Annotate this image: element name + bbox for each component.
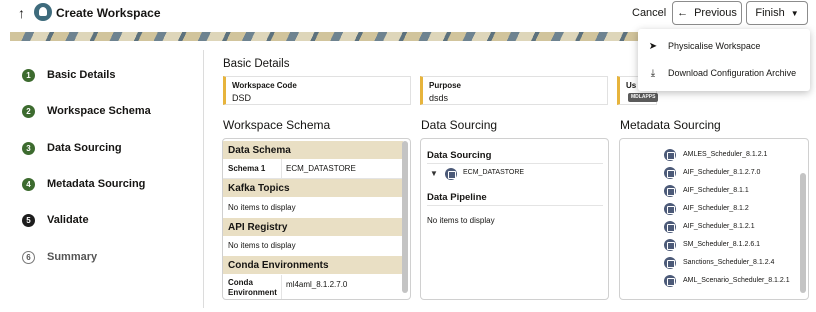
api-registry-header: API Registry: [223, 218, 403, 236]
list-item[interactable]: AMLES_Scheduler_8.1.2.1: [683, 151, 767, 158]
finish-button-label: Finish: [755, 7, 785, 19]
back-arrow-icon[interactable]: ↑: [18, 5, 25, 21]
metadata-scrollbar[interactable]: [800, 173, 806, 293]
step-data-sourcing[interactable]: 3 Data Sourcing: [22, 139, 122, 157]
database-icon: [445, 168, 457, 180]
workspace-code-value: DSD: [232, 93, 252, 103]
workspace-schema-title: Workspace Schema: [223, 118, 331, 132]
divider: [427, 205, 603, 206]
schema-scrollbar[interactable]: [402, 141, 408, 293]
database-icon: [664, 203, 676, 215]
list-item[interactable]: AML_Scenario_Scheduler_8.1.2.1: [683, 277, 790, 284]
data-schema-header: Data Schema: [223, 141, 403, 159]
conda-value: ml4aml_8.1.2.7.0: [286, 280, 348, 289]
arrow-left-icon: ←: [677, 7, 689, 19]
step-label: Basic Details: [47, 69, 116, 81]
basic-details-title: Basic Details: [223, 58, 290, 70]
cell-divider: [281, 275, 282, 299]
divider: [427, 163, 603, 164]
list-item[interactable]: Sanctions_Scheduler_8.1.2.4: [683, 259, 774, 266]
api-empty-text: No items to display: [228, 241, 296, 250]
wizard-stepper: 1 Basic Details 2 Workspace Schema 3 Dat…: [8, 50, 204, 308]
kafka-empty-text: No items to display: [228, 203, 296, 212]
menu-item-label: Physicalise Workspace: [668, 41, 761, 51]
database-icon: [664, 221, 676, 233]
workspace-schema-panel: Data Schema Schema 1 ECM_DATASTORE Kafka…: [222, 138, 411, 300]
schema-value: ECM_DATASTORE: [286, 164, 356, 173]
step-number: 3: [22, 141, 35, 155]
list-item[interactable]: SM_Scheduler_8.1.2.6.1: [683, 241, 760, 248]
list-item[interactable]: AIF_Scheduler_8.1.1: [683, 187, 749, 194]
menu-item-physicalise-workspace[interactable]: ➤ Physicalise Workspace: [638, 33, 810, 59]
step-validate[interactable]: 5 Validate: [22, 211, 89, 229]
cell-divider: [281, 159, 282, 178]
data-pipeline-label: Data Pipeline: [427, 192, 487, 203]
menu-item-label: Download Configuration Archive: [668, 68, 797, 78]
list-item[interactable]: AIF_Scheduler_8.1.2.7.0: [683, 169, 760, 176]
step-number: 4: [22, 177, 35, 191]
conda-environments-header: Conda Environments: [223, 256, 403, 274]
send-icon: ➤: [648, 40, 658, 52]
step-number: 1: [22, 68, 35, 82]
purpose-value: dsds: [429, 93, 449, 103]
step-number: 5: [22, 213, 35, 227]
pipeline-empty-text: No items to display: [427, 216, 495, 225]
page-title: Create Workspace: [56, 6, 161, 20]
data-source-item[interactable]: ECM_DATASTORE: [463, 169, 524, 176]
workspace-logo-icon: [34, 3, 52, 21]
kafka-topics-header: Kafka Topics: [223, 179, 403, 197]
data-sourcing-label: Data Sourcing: [427, 150, 492, 161]
step-summary[interactable]: 6 Summary: [22, 248, 97, 266]
schema-key: Schema 1: [228, 164, 266, 173]
step-number: 2: [22, 104, 35, 118]
data-sourcing-panel: Data Sourcing ▼ ECM_DATASTORE Data Pipel…: [420, 138, 609, 300]
database-icon: [664, 149, 676, 161]
expand-caret-icon[interactable]: ▼: [430, 169, 438, 178]
cancel-button[interactable]: Cancel: [632, 7, 666, 19]
data-sourcing-title: Data Sourcing: [421, 118, 498, 132]
table-row: Conda Environment ml4aml_8.1.2.7.0: [223, 275, 403, 299]
workspace-code-label: Workspace Code: [232, 81, 297, 90]
list-item[interactable]: AIF_Scheduler_8.1.2.1: [683, 223, 755, 230]
conda-key: Conda Environment: [228, 278, 277, 297]
step-label: Data Sourcing: [47, 142, 122, 154]
step-label: Summary: [47, 251, 98, 263]
mdlapps-badge: MDLAPPS: [628, 93, 659, 102]
finish-dropdown-menu: ➤ Physicalise Workspace ⤓ Download Confi…: [638, 29, 810, 91]
step-label: Validate: [47, 214, 89, 226]
workspace-code-card: Workspace Code DSD: [223, 76, 411, 105]
page-header: ↑ Create Workspace Cancel ← Previous Fin…: [0, 0, 816, 28]
chevron-down-icon: ▼: [790, 8, 799, 18]
step-label: Metadata Sourcing: [47, 178, 146, 190]
database-icon: [664, 257, 676, 269]
list-item[interactable]: AIF_Scheduler_8.1.2: [683, 205, 749, 212]
previous-button-label: Previous: [694, 7, 737, 19]
database-icon: [664, 239, 676, 251]
purpose-label: Purpose: [429, 81, 462, 90]
table-row: Schema 1 ECM_DATASTORE: [223, 159, 403, 179]
purpose-card: Purpose dsds: [420, 76, 608, 105]
database-icon: [664, 167, 676, 179]
step-number: 6: [22, 250, 35, 264]
step-label: Workspace Schema: [47, 105, 151, 117]
step-workspace-schema[interactable]: 2 Workspace Schema: [22, 102, 151, 120]
metadata-sourcing-panel: AMLES_Scheduler_8.1.2.1 AIF_Scheduler_8.…: [619, 138, 809, 300]
database-icon: [664, 185, 676, 197]
step-basic-details[interactable]: 1 Basic Details: [22, 66, 115, 84]
download-icon: ⤓: [650, 67, 656, 79]
finish-button[interactable]: Finish ▼: [746, 1, 808, 25]
database-icon: [664, 275, 676, 287]
previous-button[interactable]: ← Previous: [672, 1, 742, 25]
metadata-sourcing-title: Metadata Sourcing: [620, 118, 721, 132]
step-metadata-sourcing[interactable]: 4 Metadata Sourcing: [22, 175, 145, 193]
menu-item-download-configuration-archive[interactable]: ⤓ Download Configuration Archive: [638, 60, 810, 86]
third-detail-label: Us: [626, 81, 637, 90]
